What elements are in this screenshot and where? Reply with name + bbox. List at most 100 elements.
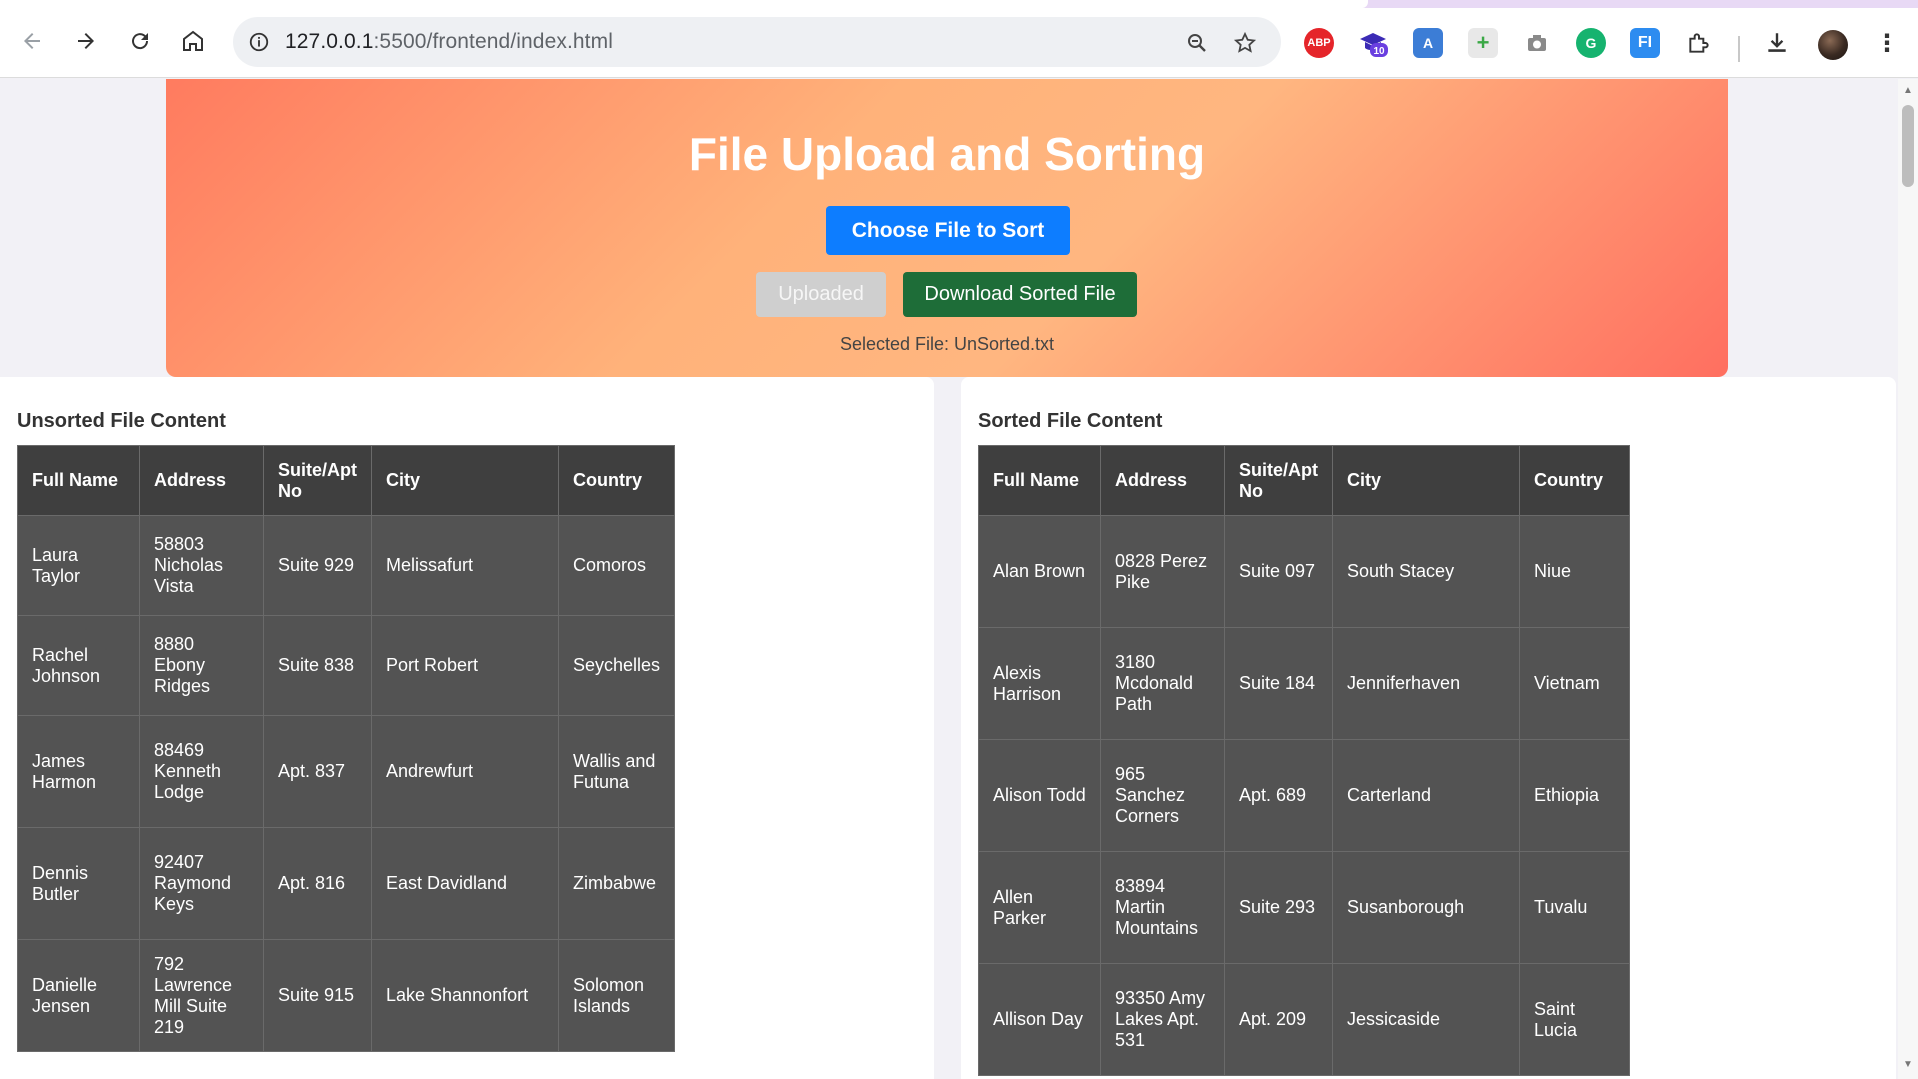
download-icon[interactable] [1762, 28, 1792, 58]
unsorted-table: Full Name Address Suite/Apt No City Coun… [17, 445, 676, 1052]
cell-suite: Apt. 816 [263, 827, 372, 940]
back-button[interactable] [12, 21, 52, 61]
page-title: File Upload and Sorting [688, 128, 1206, 180]
table-row: Laura Taylor 58803 Nicholas Vista Suite … [17, 515, 676, 616]
url-path: :5500/frontend/index.html [373, 30, 613, 53]
menu-kebab-icon[interactable]: ⋮ [1872, 28, 1902, 58]
selected-file-text: Selected File: UnSorted.txt [839, 334, 1055, 354]
hero-banner: File Upload and Sorting Choose File to S… [166, 79, 1728, 377]
scrollbar-thumb[interactable] [1902, 105, 1914, 187]
cell-full-name: Dennis Butler [17, 827, 140, 940]
home-icon [183, 30, 203, 51]
cell-suite: Suite 184 [1224, 627, 1333, 740]
fi-icon[interactable]: FI [1630, 28, 1660, 58]
cell-full-name: James Harmon [17, 715, 140, 828]
uploaded-button[interactable]: Uploaded [756, 272, 886, 317]
cell-city: Jessicaside [1332, 963, 1520, 1076]
bookmark-star-icon[interactable] [1231, 29, 1259, 57]
table-row: Danielle Jensen 792 Lawrence Mill Suite … [17, 939, 676, 1052]
cell-full-name: Rachel Johnson [17, 615, 140, 716]
font-icon[interactable]: A [1413, 28, 1443, 58]
puzzle-icon[interactable] [1684, 28, 1714, 58]
cell-full-name: Allison Day [978, 963, 1101, 1076]
cell-address: 3180 Mcdonald Path [1100, 627, 1225, 740]
site-info-icon[interactable] [233, 17, 285, 67]
column-header: Country [1519, 445, 1630, 516]
cell-suite: Suite 915 [263, 939, 372, 1052]
abp-icon[interactable]: ABP [1304, 28, 1334, 58]
page-viewport: File Upload and Sorting Choose File to S… [0, 79, 1898, 1079]
cell-full-name: Laura Taylor [17, 515, 140, 616]
zoom-icon[interactable] [1183, 29, 1211, 57]
cell-city: Susanborough [1332, 851, 1520, 964]
column-header: Full Name [978, 445, 1101, 516]
arrow-left-icon [24, 33, 40, 49]
column-header: Suite/Apt No [263, 445, 372, 516]
cell-address: 58803 Nicholas Vista [139, 515, 264, 616]
cell-country: Ethiopia [1519, 739, 1630, 852]
table-row: Dennis Butler 92407 Raymond Keys Apt. 81… [17, 827, 676, 940]
cell-full-name: Alan Brown [978, 515, 1101, 628]
column-header: Full Name [17, 445, 140, 516]
address-bar[interactable]: 127.0.0.1:5500/frontend/index.html [233, 17, 1281, 67]
download-sorted-button[interactable]: Download Sorted File [903, 272, 1137, 317]
scroll-up-arrow-icon[interactable]: ▲ [1903, 85, 1913, 96]
unsorted-heading: Unsorted File Content [17, 410, 226, 432]
column-header: Address [139, 445, 264, 516]
extension-badge: 10 [1373, 46, 1385, 57]
cell-full-name: Danielle Jensen [17, 939, 140, 1052]
cell-suite: Suite 838 [263, 615, 372, 716]
table-row: James Harmon 88469 Kenneth Lodge Apt. 83… [17, 715, 676, 828]
url-text[interactable]: 127.0.0.1:5500/frontend/index.html [285, 30, 613, 54]
cell-country: Niue [1519, 515, 1630, 628]
cell-city: East Davidland [371, 827, 559, 940]
cell-suite: Suite 293 [1224, 851, 1333, 964]
home-button[interactable] [173, 21, 213, 61]
column-header: Suite/Apt No [1224, 445, 1333, 516]
cell-country: Comoros [557, 515, 676, 616]
cell-address: 92407 Raymond Keys [139, 827, 264, 940]
arrow-right-icon [78, 33, 94, 49]
active-tab[interactable] [0, 0, 1368, 8]
browser-toolbar: 127.0.0.1:5500/frontend/index.html ABP 1… [0, 8, 1918, 78]
cell-country: Tuvalu [1519, 851, 1630, 964]
cell-full-name: Alison Todd [978, 739, 1101, 852]
unsorted-panel: Unsorted File Content Full Name Address … [0, 377, 934, 1079]
column-header: Country [557, 445, 676, 516]
cell-city: Carterland [1332, 739, 1520, 852]
reload-button[interactable] [120, 21, 160, 61]
cell-address: 965 Sanchez Corners [1100, 739, 1225, 852]
graduation-cap-icon[interactable]: 10 [1358, 28, 1388, 58]
cell-suite: Suite 929 [263, 515, 372, 616]
cell-address: 0828 Perez Pike [1100, 515, 1225, 628]
cell-address: 93350 Amy Lakes Apt. 531 [1100, 963, 1225, 1076]
reload-icon [132, 33, 149, 50]
cell-city: Lake Shannonfort [371, 939, 559, 1052]
cell-address: 83894 Martin Mountains [1100, 851, 1225, 964]
cell-city: Jenniferhaven [1332, 627, 1520, 740]
camera-icon[interactable] [1522, 28, 1552, 58]
table-row: Alison Todd 965 Sanchez Corners Apt. 689… [978, 739, 1630, 852]
cell-country: Saint Lucia [1519, 963, 1630, 1076]
table-row: Allison Day 93350 Amy Lakes Apt. 531 Apt… [978, 963, 1630, 1076]
cell-country: Solomon Islands [557, 939, 676, 1052]
profile-avatar[interactable] [1818, 30, 1848, 60]
cell-address: 88469 Kenneth Lodge [139, 715, 264, 828]
grammarly-icon[interactable]: G [1576, 28, 1606, 58]
cell-address: 8880 Ebony Ridges [139, 615, 264, 716]
table-header-row: Full Name Address Suite/Apt No City Coun… [978, 445, 1630, 516]
cell-suite: Apt. 209 [1224, 963, 1333, 1076]
add-photo-icon[interactable]: + [1468, 28, 1498, 58]
url-host: 127.0.0.1 [285, 30, 374, 53]
scroll-down-arrow-icon[interactable]: ▼ [1903, 1059, 1913, 1070]
column-header: Address [1100, 445, 1225, 516]
cell-full-name: Allen Parker [978, 851, 1101, 964]
page-scrollbar[interactable]: ▲ ▼ [1898, 79, 1918, 1079]
table-row: Allen Parker 83894 Martin Mountains Suit… [978, 851, 1630, 964]
choose-file-button[interactable]: Choose File to Sort [826, 206, 1070, 255]
sorted-table: Full Name Address Suite/Apt No City Coun… [978, 445, 1630, 1076]
cell-suite: Apt. 689 [1224, 739, 1333, 852]
sorted-panel: Sorted File Content Full Name Address Su… [961, 377, 1896, 1079]
forward-button[interactable] [66, 21, 106, 61]
cell-country: Wallis and Futuna [557, 715, 676, 828]
